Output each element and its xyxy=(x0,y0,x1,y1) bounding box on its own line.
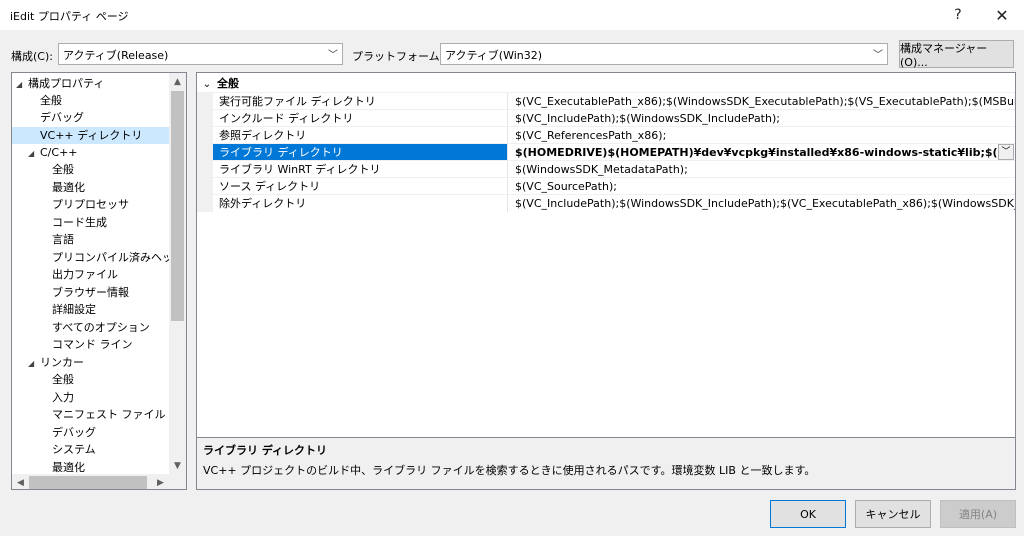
tree-item-all-options[interactable]: すべてのオプション xyxy=(52,319,150,336)
platform-combo[interactable]: アクティブ(Win32) ﹀ xyxy=(440,43,888,65)
config-combo[interactable]: アクティブ(Release) ﹀ xyxy=(58,43,343,65)
expand-icon[interactable]: ◢ xyxy=(28,145,40,162)
help-button[interactable]: ? xyxy=(938,2,978,28)
tree-item-config-properties[interactable]: ◢ 構成プロパティ xyxy=(16,75,104,92)
tree-horizontal-scroll-thumb[interactable] xyxy=(29,476,147,489)
expand-icon[interactable]: ◢ xyxy=(28,355,40,372)
cancel-button[interactable]: キャンセル xyxy=(855,500,931,528)
tree-item-linker-general[interactable]: 全般 xyxy=(52,371,74,388)
tree-item-input[interactable]: 入力 xyxy=(52,389,74,406)
chevron-down-icon: ﹀ xyxy=(873,50,883,61)
property-value[interactable]: $(HOMEDRIVE)$(HOMEPATH)¥dev¥vcpkg¥instal… xyxy=(515,144,997,161)
description-panel: ライブラリ ディレクトリ VC++ プロジェクトのビルド中、ライブラリ ファイル… xyxy=(196,438,1016,490)
close-button[interactable]: ✕ xyxy=(982,2,1022,28)
property-name: ソース ディレクトリ xyxy=(213,178,508,195)
tree-vertical-scroll-thumb[interactable] xyxy=(171,91,184,321)
property-row-library-directories[interactable]: ライブラリ ディレクトリ $(HOMEDRIVE)$(HOMEPATH)¥dev… xyxy=(213,143,1015,161)
ok-button[interactable]: OK xyxy=(770,500,846,528)
property-row-executable-directories[interactable]: 実行可能ファイル ディレクトリ $(VC_ExecutablePath_x86)… xyxy=(213,92,1015,110)
property-name: ライブラリ WinRT ディレクトリ xyxy=(213,161,508,178)
property-row-include-directories[interactable]: インクルード ディレクトリ $(VC_IncludePath);$(Window… xyxy=(213,109,1015,127)
config-value: アクティブ(Release) xyxy=(63,49,169,62)
property-name: インクルード ディレクトリ xyxy=(213,110,508,127)
scroll-right-icon[interactable]: ▶ xyxy=(152,474,169,489)
property-row-winrt-library-directories[interactable]: ライブラリ WinRT ディレクトリ $(WindowsSDK_Metadata… xyxy=(213,160,1015,178)
grid-gutter xyxy=(197,92,213,212)
tree-item-system[interactable]: システム xyxy=(52,441,96,458)
property-row-source-directories[interactable]: ソース ディレクトリ $(VC_SourcePath); xyxy=(213,177,1015,195)
property-row-exclude-directories[interactable]: 除外ディレクトリ $(VC_IncludePath);$(WindowsSDK_… xyxy=(213,194,1015,212)
tree-vertical-scrollbar[interactable]: ▲ ▼ xyxy=(169,73,186,474)
tree-item-code-generation[interactable]: コード生成 xyxy=(52,214,107,231)
property-name: 除外ディレクトリ xyxy=(213,195,508,212)
property-row-reference-directories[interactable]: 参照ディレクトリ $(VC_ReferencesPath_x86); xyxy=(213,126,1015,144)
tree-item-browse-information[interactable]: ブラウザー情報 xyxy=(52,284,129,301)
config-label: 構成(C): xyxy=(11,50,53,63)
tree-item-preprocessor[interactable]: プリプロセッサ xyxy=(52,196,129,213)
property-name: 実行可能ファイル ディレクトリ xyxy=(213,93,508,110)
property-value[interactable]: $(VC_ExecutablePath_x86);$(WindowsSDK_Ex… xyxy=(515,93,1015,110)
property-name: ライブラリ ディレクトリ xyxy=(213,144,508,161)
configuration-manager-button[interactable]: 構成マネージャー(O)... xyxy=(899,40,1014,69)
property-value[interactable]: $(VC_SourcePath); xyxy=(515,178,1015,195)
apply-button[interactable]: 適用(A) xyxy=(940,500,1016,528)
property-value[interactable]: $(VC_ReferencesPath_x86); xyxy=(515,127,1015,144)
property-name: 参照ディレクトリ xyxy=(213,127,508,144)
tree-horizontal-scrollbar[interactable]: ◀ ▶ xyxy=(12,474,169,489)
expand-icon[interactable]: ◢ xyxy=(16,76,28,93)
tree-item-linker[interactable]: ◢ リンカー xyxy=(28,354,84,371)
tree-item-manifest-file[interactable]: マニフェスト ファイル xyxy=(52,406,166,423)
scroll-up-icon[interactable]: ▲ xyxy=(169,73,186,90)
property-value[interactable]: $(WindowsSDK_MetadataPath); xyxy=(515,161,1015,178)
chevron-down-icon: ﹀ xyxy=(328,50,338,61)
property-value[interactable]: $(VC_IncludePath);$(WindowsSDK_IncludePa… xyxy=(515,195,1015,212)
property-value[interactable]: $(VC_IncludePath);$(WindowsSDK_IncludePa… xyxy=(515,110,1015,127)
description-title: ライブラリ ディレクトリ xyxy=(203,444,328,457)
tree-item-language[interactable]: 言語 xyxy=(52,231,74,248)
tree-item-optimization[interactable]: 最適化 xyxy=(52,179,85,196)
tree-item-command-line[interactable]: コマンド ライン xyxy=(52,336,133,353)
tree-item-cpp-general[interactable]: 全般 xyxy=(52,161,74,178)
title-bar: iEdit プロパティ ページ ? ✕ xyxy=(0,0,1024,30)
tree-item-precompiled-headers[interactable]: プリコンパイル済みヘッダー xyxy=(52,249,186,266)
configuration-bar: 構成(C): アクティブ(Release) ﹀ プラットフォーム(P): アクテ… xyxy=(0,40,1024,69)
chevron-down-icon[interactable]: ﹀ xyxy=(998,144,1014,160)
tree-item-debugging[interactable]: デバッグ xyxy=(40,109,84,126)
property-tree: ◢ 構成プロパティ 全般 デバッグ VC++ ディレクトリ ◢ C/C++ 全般 最… xyxy=(11,72,187,490)
window-title: iEdit プロパティ ページ xyxy=(10,10,129,23)
scroll-left-icon[interactable]: ◀ xyxy=(12,474,29,489)
tree-item-cpp[interactable]: ◢ C/C++ xyxy=(28,144,78,161)
tree-item-vc-directories[interactable]: VC++ ディレクトリ xyxy=(12,127,169,144)
tree-item-general[interactable]: 全般 xyxy=(40,92,62,109)
collapse-icon[interactable]: ⌄ xyxy=(197,76,217,93)
tree-item-linker-debugging[interactable]: デバッグ xyxy=(52,424,96,441)
tree-item-output-files[interactable]: 出力ファイル xyxy=(52,266,118,283)
scroll-corner xyxy=(169,474,186,489)
category-general[interactable]: ⌄ 全般 xyxy=(197,75,239,92)
property-grid: ⌄ 全般 実行可能ファイル ディレクトリ $(VC_ExecutablePath_… xyxy=(196,72,1016,438)
description-text: VC++ プロジェクトのビルド中、ライブラリ ファイルを検索するときに使用される… xyxy=(203,464,816,477)
tree-item-advanced[interactable]: 詳細設定 xyxy=(52,301,96,318)
scroll-down-icon[interactable]: ▼ xyxy=(169,457,186,474)
platform-value: アクティブ(Win32) xyxy=(445,49,543,62)
